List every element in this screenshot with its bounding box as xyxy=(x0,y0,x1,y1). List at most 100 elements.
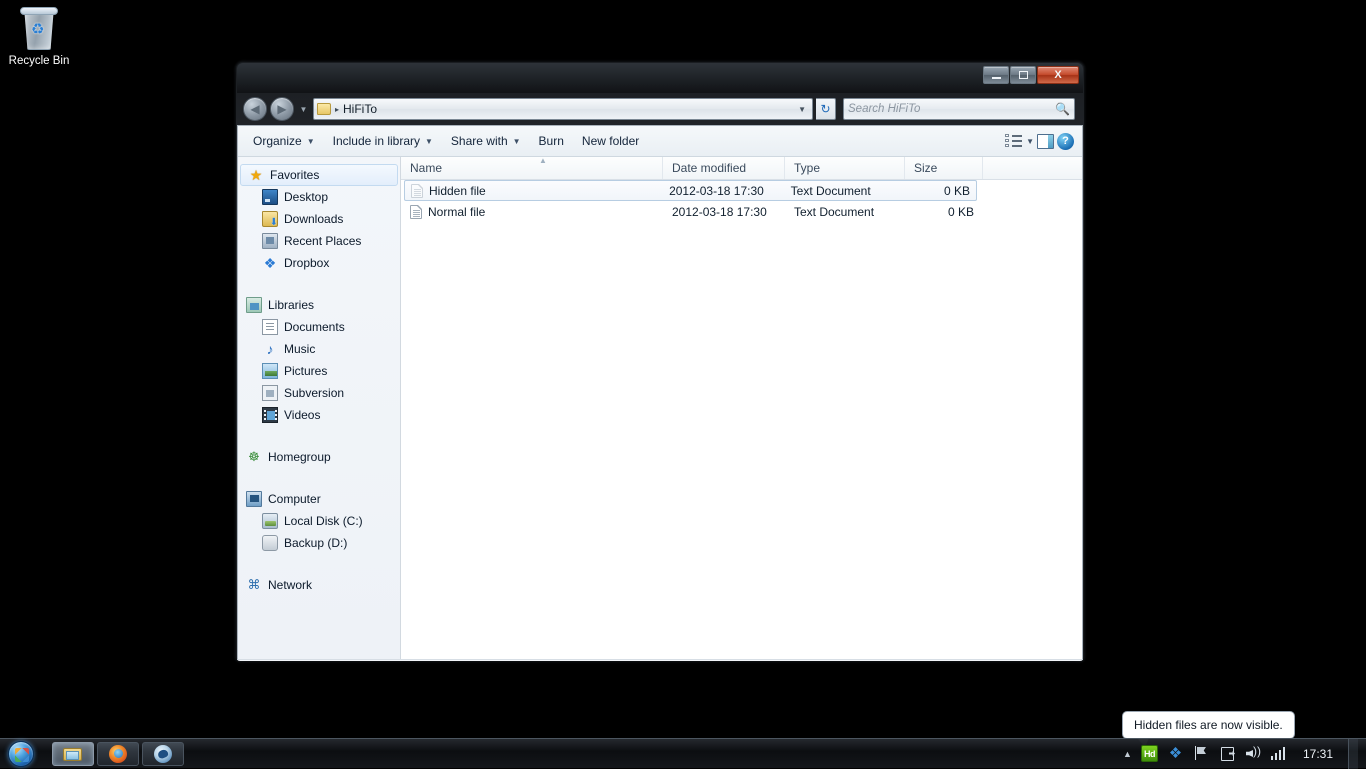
sidebar-item-backup-d[interactable]: Backup (D:) xyxy=(238,532,400,554)
sidebar-item-recent-places[interactable]: Recent Places xyxy=(238,230,400,252)
file-size-cell: 0 KB xyxy=(908,205,980,219)
nav-group-favorites: ★ Favorites Desktop Downloads xyxy=(238,164,400,274)
toolbar-right-group: ▼ ? xyxy=(1005,133,1076,150)
back-button[interactable]: ◀ xyxy=(243,97,267,121)
recycle-bin-icon: ♻ xyxy=(17,6,61,52)
search-input[interactable]: Search HiFiTo 🔍 xyxy=(843,98,1075,120)
clock[interactable]: 17:31 xyxy=(1303,747,1333,761)
show-desktop-button[interactable] xyxy=(1348,739,1358,769)
sidebar-item-homegroup[interactable]: ☸ Homegroup xyxy=(238,446,400,468)
change-view-icon[interactable] xyxy=(1005,134,1023,149)
nav-spacer xyxy=(238,470,400,488)
nav-spacer xyxy=(238,428,400,446)
folder-icon xyxy=(317,103,331,115)
minimize-button[interactable] xyxy=(983,66,1009,84)
sidebar-item-label: Downloads xyxy=(284,212,343,226)
sidebar-item-videos[interactable]: Videos xyxy=(238,404,400,426)
new-folder-button[interactable]: New folder xyxy=(573,130,648,152)
breadcrumb-path[interactable]: HiFiTo xyxy=(343,102,377,116)
sidebar-item-subversion[interactable]: Subversion xyxy=(238,382,400,404)
sidebar-item-label: Videos xyxy=(284,408,320,422)
file-name-cell: Normal file xyxy=(404,205,666,219)
column-header-name[interactable]: Name xyxy=(401,157,663,179)
preview-pane-icon[interactable] xyxy=(1037,134,1054,149)
sidebar-item-label: Documents xyxy=(284,320,345,334)
sidebar-item-desktop[interactable]: Desktop xyxy=(238,186,400,208)
file-rows: Hidden file 2012-03-18 17:30 Text Docume… xyxy=(401,180,1082,659)
sidebar-item-music[interactable]: ♪ Music xyxy=(238,338,400,360)
taskbar-button-browser[interactable] xyxy=(142,742,184,766)
action-center-flag-icon[interactable] xyxy=(1193,745,1210,762)
network-signal-icon[interactable] xyxy=(1271,745,1288,762)
desktop-icon-recycle-bin[interactable]: ♻ Recycle Bin xyxy=(6,6,72,68)
nav-spacer xyxy=(238,276,400,294)
view-chevron-down-icon[interactable]: ▼ xyxy=(1026,137,1034,146)
navigation-pane: ★ Favorites Desktop Downloads xyxy=(238,157,401,659)
table-row[interactable]: Normal file 2012-03-18 17:30 Text Docume… xyxy=(404,201,1079,222)
taskbar-button-windows-explorer[interactable] xyxy=(52,742,94,766)
chevron-down-icon: ▼ xyxy=(425,137,433,146)
browser-icon xyxy=(154,745,172,763)
sidebar-item-label: Recent Places xyxy=(284,234,361,248)
local-disk-icon xyxy=(262,513,278,529)
sidebar-item-dropbox[interactable]: ❖ Dropbox xyxy=(238,252,400,274)
documents-icon xyxy=(262,319,278,335)
history-dropdown-icon[interactable]: ▼ xyxy=(297,105,310,114)
music-icon: ♪ xyxy=(262,341,278,357)
safely-remove-hardware-icon[interactable] xyxy=(1219,745,1236,762)
sidebar-item-label: Network xyxy=(268,578,312,592)
nav-group-computer: Computer Local Disk (C:) Backup (D:) xyxy=(238,488,400,554)
forward-button[interactable]: ▶ xyxy=(270,97,294,121)
breadcrumb-separator-icon: ▸ xyxy=(335,105,339,114)
tooltip-message: Hidden files are now visible. xyxy=(1134,718,1283,732)
share-with-button[interactable]: Share with ▼ xyxy=(442,130,530,152)
windows-explorer-window: X ◀ ▶ ▼ ▸ HiFiTo ▼ ↻ Search HiFiTo 🔍 Org… xyxy=(236,62,1084,661)
chevron-down-icon[interactable]: ▼ xyxy=(798,105,809,114)
sidebar-item-network[interactable]: ⌘ Network xyxy=(238,574,400,596)
sidebar-item-computer[interactable]: Computer xyxy=(238,488,400,510)
network-icon: ⌘ xyxy=(246,577,262,593)
windows-start-orb-icon xyxy=(8,741,34,767)
sidebar-item-libraries[interactable]: Libraries xyxy=(238,294,400,316)
sidebar-item-pictures[interactable]: Pictures xyxy=(238,360,400,382)
table-row[interactable]: Hidden file 2012-03-18 17:30 Text Docume… xyxy=(404,180,977,201)
chevron-down-icon: ▼ xyxy=(307,137,315,146)
maximize-button[interactable] xyxy=(1010,66,1036,84)
subversion-icon xyxy=(262,385,278,401)
file-name: Normal file xyxy=(428,205,485,219)
sidebar-item-local-disk-c[interactable]: Local Disk (C:) xyxy=(238,510,400,532)
start-button[interactable] xyxy=(0,739,42,769)
chevron-down-icon: ▼ xyxy=(513,137,521,146)
sidebar-item-favorites[interactable]: ★ Favorites xyxy=(240,164,398,186)
taskbar-button-firefox[interactable] xyxy=(97,742,139,766)
refresh-button[interactable]: ↻ xyxy=(816,98,836,120)
share-with-label: Share with xyxy=(451,134,508,148)
burn-button[interactable]: Burn xyxy=(530,130,573,152)
desktop-icon xyxy=(262,189,278,205)
search-placeholder: Search HiFiTo xyxy=(848,103,1055,115)
text-document-icon xyxy=(410,205,422,219)
help-icon[interactable]: ? xyxy=(1057,133,1074,150)
window-titlebar[interactable]: X xyxy=(237,63,1083,93)
include-in-library-button[interactable]: Include in library ▼ xyxy=(324,130,442,152)
sidebar-item-downloads[interactable]: Downloads xyxy=(238,208,400,230)
organize-button[interactable]: Organize ▼ xyxy=(244,130,324,152)
show-hidden-icons-icon[interactable]: ▲ xyxy=(1123,749,1132,759)
sidebar-item-label: Pictures xyxy=(284,364,327,378)
sidebar-item-documents[interactable]: Documents xyxy=(238,316,400,338)
nav-group-homegroup: ☸ Homegroup xyxy=(238,446,400,468)
computer-icon xyxy=(246,491,262,507)
desktop: ♻ Recycle Bin X ◀ ▶ ▼ ▸ HiFiTo ▼ ↻ Sea xyxy=(0,0,1366,768)
dropbox-tray-icon[interactable]: ❖ xyxy=(1167,745,1184,762)
close-button[interactable]: X xyxy=(1037,66,1079,84)
column-header-size[interactable]: Size xyxy=(905,157,983,179)
volume-speaker-icon[interactable] xyxy=(1245,745,1262,762)
address-bar[interactable]: ▸ HiFiTo ▼ xyxy=(313,98,813,120)
sort-ascending-icon: ▲ xyxy=(539,156,547,165)
column-header-type[interactable]: Type xyxy=(785,157,905,179)
hidden-files-toggle-icon[interactable]: Hd xyxy=(1141,745,1158,762)
organize-label: Organize xyxy=(253,134,302,148)
file-date-cell: 2012-03-18 17:30 xyxy=(663,184,785,198)
downloads-icon xyxy=(262,211,278,227)
column-header-date-modified[interactable]: Date modified xyxy=(663,157,785,179)
